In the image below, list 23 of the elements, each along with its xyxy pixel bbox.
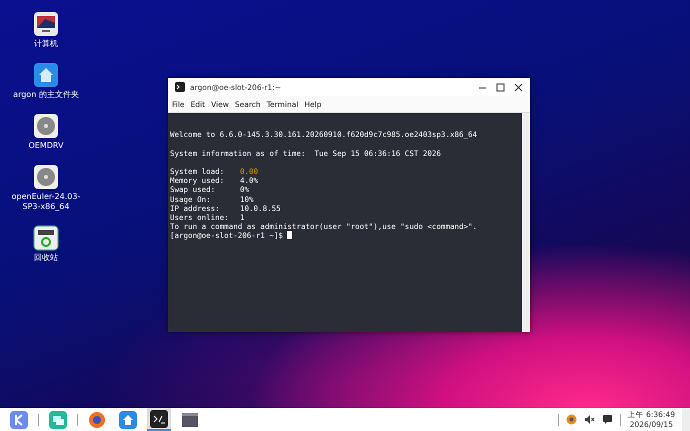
chat-icon[interactable] <box>602 414 613 425</box>
multitask-icon <box>49 410 67 428</box>
desktop-icon-label[interactable]: openEuler-24.03-SP3-x86_64 <box>6 192 86 212</box>
home-folder-icon[interactable] <box>33 62 59 88</box>
monitor-icon[interactable] <box>33 11 59 37</box>
taskbar-button[interactable] <box>147 408 171 431</box>
network-icon[interactable] <box>566 414 577 425</box>
desktop-icon-label[interactable]: 回收站 <box>6 253 86 263</box>
start-menu-icon <box>10 410 28 428</box>
desktop-icon-label[interactable]: OEMDRV <box>6 141 86 151</box>
maximize-icon[interactable] <box>496 82 505 92</box>
browser-icon <box>88 410 106 428</box>
terminal-icon <box>175 82 185 92</box>
scrollbar[interactable] <box>522 113 530 332</box>
window-icon <box>181 410 199 428</box>
desktop-icon-label[interactable]: argon 的主文件夹 <box>6 90 86 100</box>
close-icon[interactable] <box>514 82 523 92</box>
terminal-icon <box>150 410 168 428</box>
trash-icon[interactable] <box>33 225 59 251</box>
desktop-icon-label[interactable]: 计算机 <box>6 39 86 49</box>
home-folder-icon <box>119 410 137 428</box>
text-cursor <box>286 231 292 240</box>
muted-speaker-icon[interactable] <box>584 414 595 425</box>
